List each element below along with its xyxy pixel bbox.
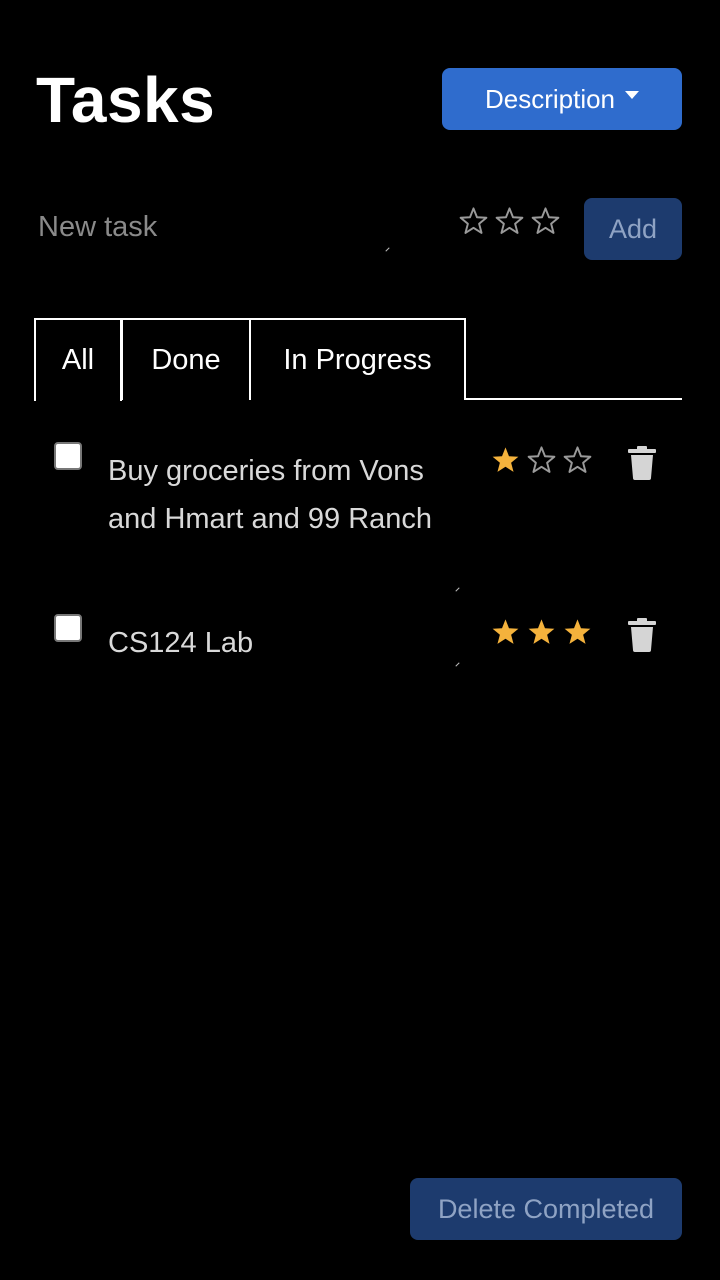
add-task-button[interactable]: Add <box>584 198 682 260</box>
caret-down-icon <box>625 91 640 99</box>
star-outline-icon[interactable] <box>494 206 525 237</box>
task-rating[interactable] <box>490 445 593 476</box>
star-filled-icon[interactable] <box>526 617 557 648</box>
sort-dropdown-label: Description <box>484 83 616 114</box>
delete-completed-button[interactable]: Delete Completed <box>410 1178 682 1240</box>
tab-in-progress[interactable]: In Progress <box>249 318 466 400</box>
star-filled-icon[interactable] <box>490 617 521 648</box>
task-text[interactable]: CS124 Lab <box>108 619 468 667</box>
star-outline-icon[interactable] <box>526 445 557 476</box>
star-filled-icon[interactable] <box>562 617 593 648</box>
page-title: Tasks <box>36 64 216 136</box>
new-task-input[interactable] <box>38 198 378 257</box>
sort-dropdown-button[interactable]: Description <box>442 68 682 130</box>
task-text[interactable]: Buy groceries from Vons and Hmart and 99… <box>108 447 468 543</box>
star-outline-icon[interactable] <box>458 206 489 237</box>
task-done-checkbox[interactable] <box>54 614 82 642</box>
star-outline-icon[interactable] <box>530 206 561 237</box>
tab-done[interactable]: Done <box>121 318 251 400</box>
task-rating[interactable] <box>490 617 593 648</box>
filter-tabs: All Done In Progress <box>34 318 682 401</box>
task-done-checkbox[interactable] <box>54 442 82 470</box>
new-task-field[interactable] <box>38 198 390 258</box>
trash-icon[interactable] <box>628 618 656 652</box>
tab-all[interactable]: All <box>34 318 122 401</box>
star-filled-icon[interactable] <box>490 445 521 476</box>
resize-handle-icon <box>455 587 460 592</box>
trash-icon[interactable] <box>628 446 656 480</box>
star-outline-icon[interactable] <box>562 445 593 476</box>
new-task-rating[interactable] <box>458 206 561 237</box>
